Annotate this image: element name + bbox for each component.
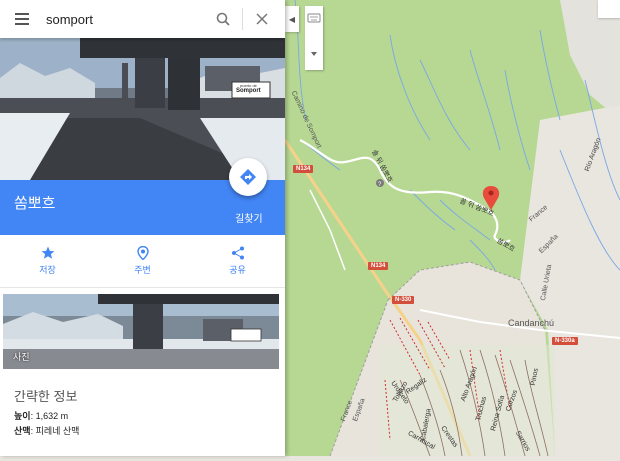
search-bar xyxy=(0,0,285,38)
directions-icon xyxy=(240,169,256,185)
mountain-range-value[interactable]: : 피레네 산맥 xyxy=(31,426,80,436)
caret-left-icon: ◀ xyxy=(288,14,296,24)
map-label-town: Candanchú xyxy=(508,318,555,328)
place-title: 쏨뽀흐 xyxy=(14,195,56,212)
clear-search-button[interactable] xyxy=(247,0,277,38)
hamburger-menu-icon xyxy=(15,13,29,25)
directions-label[interactable]: 길찾기 xyxy=(235,210,263,225)
nearby-action[interactable]: 주변 xyxy=(95,235,190,287)
search-input[interactable] xyxy=(44,10,208,28)
road-shield-n330a: N-330a xyxy=(552,337,578,345)
elevation-value: : 1,632 m xyxy=(30,411,69,421)
search-icon xyxy=(216,12,230,26)
close-icon xyxy=(256,13,268,25)
nearby-icon xyxy=(136,246,149,260)
mountain-range-label: 산맥 xyxy=(14,426,31,436)
layer-control[interactable] xyxy=(305,6,323,70)
road-shield-n330: N-330 xyxy=(392,296,415,304)
save-action[interactable]: 저장 xyxy=(0,235,95,287)
action-row: 저장 주변 공유 xyxy=(0,235,285,288)
photos-label: 사진 xyxy=(13,352,30,362)
menu-button[interactable] xyxy=(0,0,44,38)
nearby-action-label: 주변 xyxy=(134,265,151,275)
keyboard-icon xyxy=(307,13,321,56)
search-divider xyxy=(242,8,243,30)
mountain-range-row: 산맥: 피레네 산맥 xyxy=(14,424,79,437)
road-shield-n134-north: N134 xyxy=(293,165,314,173)
photo-image xyxy=(3,294,279,369)
road-shield-n134-south: N134 xyxy=(368,262,389,270)
elevation-row: 높이: 1,632 m xyxy=(14,409,68,422)
elevation-label: 높이 xyxy=(14,411,31,421)
photos-thumbnail[interactable]: 사진 xyxy=(3,294,279,369)
share-icon xyxy=(231,246,244,260)
collapse-panel-button[interactable]: ◀ xyxy=(285,6,299,32)
directions-button[interactable] xyxy=(229,158,267,196)
side-panel: puerto de Somport 쏨뽀흐 길찾기 저장 주변 xyxy=(0,0,285,456)
account-corner-button[interactable] xyxy=(598,0,620,18)
search-button[interactable] xyxy=(208,0,238,38)
save-action-label: 저장 xyxy=(39,265,56,275)
star-icon xyxy=(41,246,54,259)
hero-sign-main: Somport xyxy=(236,88,261,94)
share-action-label: 공유 xyxy=(229,265,246,275)
quick-facts-title: 간략한 정보 xyxy=(14,389,78,404)
share-action[interactable]: 공유 xyxy=(190,235,285,287)
